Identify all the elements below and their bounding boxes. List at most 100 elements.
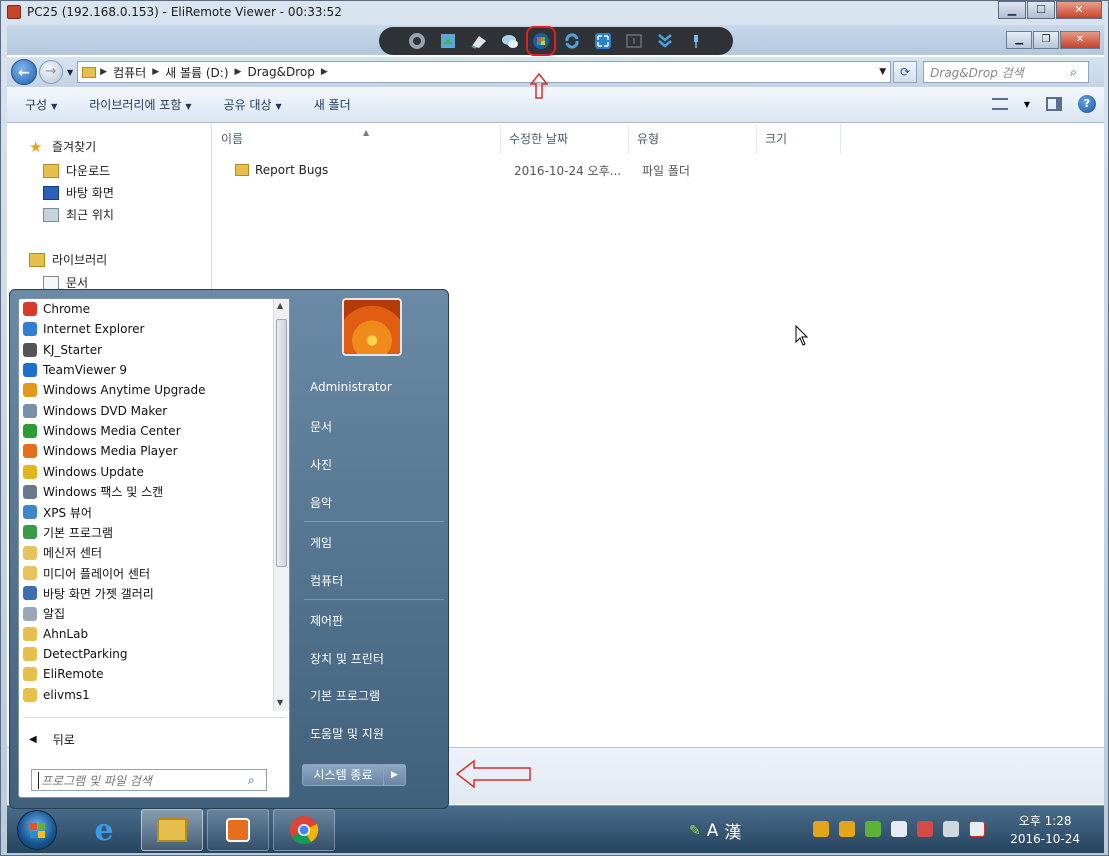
back-button[interactable]: ◀ 뒤로 (29, 731, 75, 748)
program-item[interactable]: Windows Media Center (19, 421, 273, 441)
explorer-close-button[interactable]: ✕ (1060, 31, 1100, 49)
nav-libraries[interactable]: 라이브러리 (29, 251, 107, 268)
fullscreen-icon[interactable] (592, 30, 614, 52)
column-header-modified[interactable]: 수정한 날짜 (501, 124, 629, 154)
nav-favorites[interactable]: ★ 즐겨찾기 (29, 138, 96, 155)
program-item[interactable]: Windows Media Player (19, 441, 273, 461)
preview-pane-icon[interactable] (1046, 97, 1062, 111)
viewer-close-button[interactable]: ✕ (1056, 1, 1102, 19)
pin-icon[interactable] (685, 30, 707, 52)
program-item[interactable]: EliRemote (19, 664, 273, 684)
draw-pen-icon[interactable] (468, 30, 490, 52)
address-box[interactable]: ▶ 컴퓨터 ▶ 새 볼륨 (D:) ▶ Drag&Drop ▶ ▼ (77, 61, 892, 83)
share-with-menu[interactable]: 공유 대상 ▼ (224, 96, 282, 113)
link-computer[interactable]: 컴퓨터 (310, 572, 343, 589)
program-list-scrollbar[interactable]: ▲ ▼ (273, 299, 289, 711)
help-icon[interactable]: ? (1078, 95, 1096, 113)
dashboard-icon[interactable] (406, 30, 428, 52)
collapse-down-icon[interactable] (654, 30, 676, 52)
link-default-programs[interactable]: 기본 프로그램 (310, 687, 380, 704)
program-item[interactable]: Windows Update (19, 461, 273, 481)
info-icon[interactable] (623, 30, 645, 52)
link-devices-printers[interactable]: 장치 및 프린터 (310, 650, 384, 667)
program-item[interactable]: XPS 뷰어 (19, 502, 273, 522)
shutdown-options-arrow-icon[interactable]: ▶ (384, 764, 406, 786)
program-item[interactable]: Chrome (19, 299, 273, 319)
explorer-restore-button[interactable]: ❐ (1033, 31, 1059, 49)
tray-eye-icon[interactable] (891, 821, 907, 837)
program-item[interactable]: AhnLab (19, 624, 273, 644)
organize-menu[interactable]: 구성 ▼ (25, 96, 57, 113)
ime-indicator[interactable]: ✎ A 漢 (689, 818, 741, 844)
remote-screen[interactable]: ▁ ❐ ✕ ← → ▼ ▶ 컴퓨터 ▶ 새 볼륨 (D:) ▶ Drag&Dro… (7, 25, 1104, 853)
link-documents[interactable]: 문서 (310, 418, 332, 435)
taskbar-internet-explorer[interactable]: e (73, 809, 135, 851)
nav-desktop[interactable]: 바탕 화면 (43, 184, 114, 201)
tray-v3-icon[interactable] (865, 821, 881, 837)
scroll-down-arrow-icon[interactable]: ▼ (277, 698, 283, 707)
program-search-input[interactable]: 프로그램 및 파일 검색 ⌕ (31, 769, 267, 791)
program-item[interactable]: Windows DVD Maker (19, 400, 273, 420)
scrollbar-thumb[interactable] (276, 319, 287, 567)
include-in-library-menu[interactable]: 라이브러리에 포함 ▼ (89, 96, 191, 113)
scroll-up-arrow-icon[interactable]: ▲ (277, 301, 283, 310)
program-item[interactable]: DetectParking (19, 644, 273, 664)
breadcrumb-volume-d[interactable]: 새 볼륨 (D:) (165, 64, 228, 81)
program-item[interactable]: 바탕 화면 가젯 갤러리 (19, 583, 273, 603)
explorer-search-input[interactable]: Drag&Drop 검색 ⌕ (923, 61, 1090, 83)
nav-downloads[interactable]: 다운로드 (43, 162, 110, 179)
breadcrumb-dragdrop[interactable]: Drag&Drop (247, 65, 314, 79)
column-header-size[interactable]: 크기 (757, 124, 841, 154)
taskbar-media-player[interactable] (207, 809, 269, 851)
program-item[interactable]: Internet Explorer (19, 319, 273, 339)
search-icon[interactable]: ⌕ (248, 773, 266, 788)
program-item[interactable]: Windows Anytime Upgrade (19, 380, 273, 400)
new-folder-button[interactable]: 새 폴더 (314, 96, 351, 113)
taskbar-windows-explorer[interactable] (141, 809, 203, 851)
viewer-maximize-button[interactable]: ☐ (1027, 1, 1055, 19)
program-item[interactable]: 메신저 센터 (19, 543, 273, 563)
tray-network-icon[interactable] (943, 821, 959, 837)
search-icon[interactable]: ⌕ (1070, 65, 1088, 80)
program-item[interactable]: KJ_Starter (19, 340, 273, 360)
link-music[interactable]: 음악 (310, 494, 332, 511)
start-button[interactable] (17, 810, 57, 850)
breadcrumb-computer[interactable]: 컴퓨터 (113, 64, 146, 81)
tray-action-center-icon[interactable] (969, 821, 985, 837)
back-button[interactable]: ← (11, 59, 37, 85)
column-header-type[interactable]: 유형 (629, 124, 757, 154)
program-item[interactable]: elivms1 (19, 685, 273, 705)
shutdown-button[interactable]: 시스템 종료 (302, 764, 384, 786)
program-item[interactable]: Windows 팩스 및 스캔 (19, 482, 273, 502)
program-item[interactable]: 미디어 플레이어 센터 (19, 563, 273, 583)
taskbar-chrome[interactable] (273, 809, 335, 851)
explorer-minimize-button[interactable]: ▁ (1006, 31, 1032, 49)
tray-app-icon-1[interactable] (813, 821, 829, 837)
recent-pages-dropdown[interactable]: ▼ (67, 68, 73, 77)
file-transfer-icon[interactable] (437, 30, 459, 52)
viewer-minimize-button[interactable]: ▁ (998, 1, 1026, 19)
refresh-icon[interactable] (561, 30, 583, 52)
tray-app-icon-2[interactable] (839, 821, 855, 837)
column-header-name[interactable]: ▲ 이름 (213, 124, 501, 154)
nav-recent-places[interactable]: 최근 위치 (43, 206, 114, 223)
file-row-report-bugs[interactable]: Report Bugs 2016-10-24 오후... 파일 폴더 (213, 160, 1104, 180)
link-administrator[interactable]: Administrator (310, 380, 392, 394)
chat-icon[interactable] (499, 30, 521, 52)
forward-button[interactable]: → (39, 60, 63, 84)
user-picture[interactable] (342, 298, 402, 356)
address-dropdown[interactable]: ▼ (879, 67, 886, 77)
program-item[interactable]: 알집 (19, 603, 273, 623)
link-pictures[interactable]: 사진 (310, 456, 332, 473)
program-item[interactable]: 기본 프로그램 (19, 522, 273, 542)
refresh-button[interactable]: ⟳ (893, 61, 918, 83)
view-options-icon[interactable] (991, 98, 1008, 110)
start-menu-icon[interactable] (525, 26, 556, 56)
link-games[interactable]: 게임 (310, 534, 332, 551)
program-item[interactable]: TeamViewer 9 (19, 360, 273, 380)
tray-volume-muted-icon[interactable] (917, 821, 933, 837)
taskbar-clock[interactable]: 오후 1:28 2016-10-24 (1010, 812, 1080, 848)
link-control-panel[interactable]: 제어판 (310, 612, 343, 629)
view-options-dropdown[interactable]: ▼ (1024, 100, 1030, 109)
link-help-support[interactable]: 도움말 및 지원 (310, 725, 384, 742)
